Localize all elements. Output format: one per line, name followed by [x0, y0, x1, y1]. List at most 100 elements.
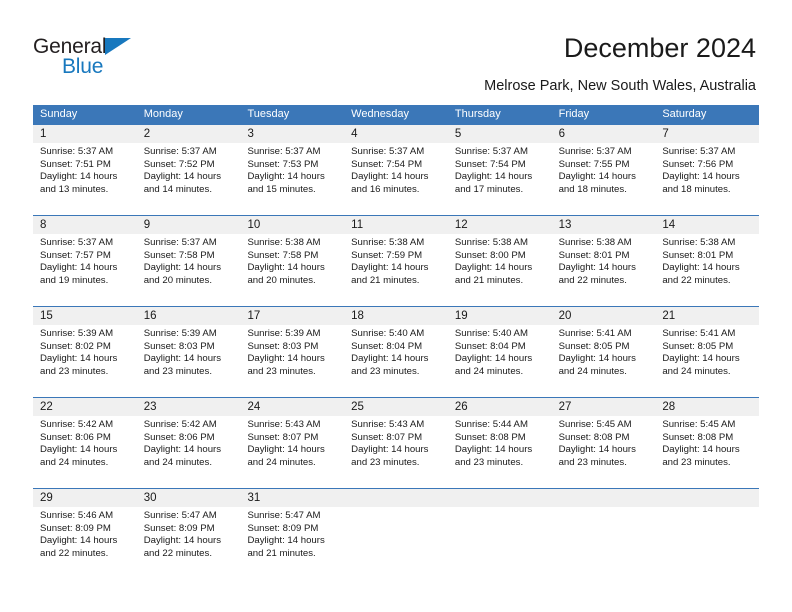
sunrise-text: Sunrise: 5:40 AM — [454, 328, 528, 339]
day-info: Sunrise: 5:47 AM Sunset: 8:09 PM Dayligh… — [137, 507, 241, 560]
day-cell[interactable]: 4 Sunrise: 5:37 AM Sunset: 7:54 PM Dayli… — [344, 125, 448, 215]
day-number: 5 — [447, 125, 552, 143]
sunrise-text: Sunrise: 5:37 AM — [662, 146, 736, 157]
sunset-text: Sunset: 8:04 PM — [454, 340, 526, 352]
day-cell[interactable]: 6 Sunrise: 5:37 AM Sunset: 7:55 PM Dayli… — [551, 125, 656, 215]
day-number: 11 — [344, 216, 448, 234]
week-row: 1 Sunrise: 5:37 AM Sunset: 7:51 PM Dayli… — [33, 124, 760, 215]
day-cell[interactable]: 15 Sunrise: 5:39 AM Sunset: 8:02 PM Dayl… — [33, 307, 137, 397]
sunrise-text: Sunrise: 5:38 AM — [558, 237, 632, 248]
daylight-text: Daylight: 14 hours and 23 minutes. — [454, 444, 533, 468]
day-number: 31 — [240, 489, 345, 507]
sunrise-text: Sunrise: 5:47 AM — [247, 510, 321, 521]
day-info: Sunrise: 5:40 AM Sunset: 8:04 PM Dayligh… — [344, 325, 448, 378]
day-number: 19 — [447, 307, 552, 325]
day-cell[interactable]: 25 Sunrise: 5:43 AM Sunset: 8:07 PM Dayl… — [344, 398, 448, 488]
day-cell[interactable]: 3 Sunrise: 5:37 AM Sunset: 7:53 PM Dayli… — [240, 125, 345, 215]
day-info: Sunrise: 5:37 AM Sunset: 7:54 PM Dayligh… — [344, 143, 448, 196]
day-number: 10 — [240, 216, 345, 234]
sunrise-text: Sunrise: 5:42 AM — [143, 419, 217, 430]
day-info: Sunrise: 5:41 AM Sunset: 8:05 PM Dayligh… — [655, 325, 759, 378]
sunrise-text: Sunrise: 5:45 AM — [558, 419, 632, 430]
day-cell[interactable]: 24 Sunrise: 5:43 AM Sunset: 8:07 PM Dayl… — [240, 398, 345, 488]
sunset-text: Sunset: 8:01 PM — [558, 249, 630, 261]
day-info: Sunrise: 5:42 AM Sunset: 8:06 PM Dayligh… — [33, 416, 137, 469]
day-info: Sunrise: 5:37 AM Sunset: 7:57 PM Dayligh… — [33, 234, 137, 287]
week-row: 8 Sunrise: 5:37 AM Sunset: 7:57 PM Dayli… — [33, 215, 760, 306]
daylight-text: Daylight: 14 hours and 22 minutes. — [662, 262, 740, 286]
daylight-text: Daylight: 14 hours and 22 minutes. — [40, 535, 118, 559]
day-info: Sunrise: 5:39 AM Sunset: 8:03 PM Dayligh… — [240, 325, 344, 378]
day-cell[interactable]: 13 Sunrise: 5:38 AM Sunset: 8:01 PM Dayl… — [551, 216, 656, 306]
daylight-text: Daylight: 14 hours and 23 minutes. — [40, 353, 118, 377]
day-cell[interactable]: 21 Sunrise: 5:41 AM Sunset: 8:05 PM Dayl… — [655, 307, 760, 397]
sunset-text: Sunset: 8:04 PM — [351, 340, 423, 352]
daylight-text: Daylight: 14 hours and 21 minutes. — [247, 535, 325, 559]
sunset-text: Sunset: 8:03 PM — [143, 340, 215, 352]
day-info: Sunrise: 5:37 AM Sunset: 7:58 PM Dayligh… — [137, 234, 241, 287]
day-cell[interactable]: 14 Sunrise: 5:38 AM Sunset: 8:01 PM Dayl… — [655, 216, 760, 306]
day-cell[interactable]: 20 Sunrise: 5:41 AM Sunset: 8:05 PM Dayl… — [551, 307, 656, 397]
day-cell-empty — [551, 489, 656, 579]
day-cell[interactable]: 10 Sunrise: 5:38 AM Sunset: 7:58 PM Dayl… — [240, 216, 345, 306]
daylight-text: Daylight: 14 hours and 23 minutes. — [351, 353, 429, 377]
calendar-grid: Sunday Monday Tuesday Wednesday Thursday… — [33, 105, 760, 579]
day-cell[interactable]: 7 Sunrise: 5:37 AM Sunset: 7:56 PM Dayli… — [655, 125, 760, 215]
day-cell[interactable]: 19 Sunrise: 5:40 AM Sunset: 8:04 PM Dayl… — [447, 307, 552, 397]
day-number: 3 — [240, 125, 345, 143]
day-cell[interactable]: 31 Sunrise: 5:47 AM Sunset: 8:09 PM Dayl… — [240, 489, 345, 579]
day-cell[interactable]: 17 Sunrise: 5:39 AM Sunset: 8:03 PM Dayl… — [240, 307, 345, 397]
day-number: 8 — [33, 216, 137, 234]
sunrise-text: Sunrise: 5:39 AM — [247, 328, 321, 339]
sunset-text: Sunset: 8:07 PM — [247, 431, 319, 443]
sunrise-text: Sunrise: 5:44 AM — [454, 419, 528, 430]
calendar-page: General Blue December 2024 Melrose Park,… — [0, 0, 792, 612]
day-number: 26 — [447, 398, 552, 416]
day-cell[interactable]: 11 Sunrise: 5:38 AM Sunset: 7:59 PM Dayl… — [344, 216, 448, 306]
day-cell[interactable]: 27 Sunrise: 5:45 AM Sunset: 8:08 PM Dayl… — [551, 398, 656, 488]
day-cell[interactable]: 26 Sunrise: 5:44 AM Sunset: 8:08 PM Dayl… — [447, 398, 552, 488]
sunrise-text: Sunrise: 5:37 AM — [143, 237, 217, 248]
day-cell[interactable]: 8 Sunrise: 5:37 AM Sunset: 7:57 PM Dayli… — [33, 216, 137, 306]
sunset-text: Sunset: 7:59 PM — [351, 249, 423, 261]
sunset-text: Sunset: 7:53 PM — [247, 158, 319, 170]
day-cell[interactable]: 23 Sunrise: 5:42 AM Sunset: 8:06 PM Dayl… — [136, 398, 241, 488]
day-cell[interactable]: 18 Sunrise: 5:40 AM Sunset: 8:04 PM Dayl… — [344, 307, 448, 397]
day-number: 22 — [33, 398, 137, 416]
sunrise-text: Sunrise: 5:47 AM — [143, 510, 217, 521]
sunset-text: Sunset: 7:54 PM — [454, 158, 526, 170]
sunrise-text: Sunrise: 5:37 AM — [40, 146, 114, 157]
sunrise-text: Sunrise: 5:43 AM — [247, 419, 321, 430]
daylight-text: Daylight: 14 hours and 14 minutes. — [143, 171, 222, 195]
day-number: 20 — [551, 307, 656, 325]
sunset-text: Sunset: 8:01 PM — [662, 249, 734, 261]
day-number: 30 — [136, 489, 241, 507]
sunrise-text: Sunrise: 5:37 AM — [454, 146, 528, 157]
sunset-text: Sunset: 8:06 PM — [40, 431, 111, 443]
day-cell[interactable]: 28 Sunrise: 5:45 AM Sunset: 8:08 PM Dayl… — [655, 398, 760, 488]
day-cell[interactable]: 29 Sunrise: 5:46 AM Sunset: 8:09 PM Dayl… — [33, 489, 137, 579]
daylight-text: Daylight: 14 hours and 22 minutes. — [143, 535, 222, 559]
sunset-text: Sunset: 7:58 PM — [247, 249, 319, 261]
day-cell[interactable]: 2 Sunrise: 5:37 AM Sunset: 7:52 PM Dayli… — [136, 125, 241, 215]
blue-triangle-icon — [105, 38, 131, 55]
generalblue-logo[interactable]: General Blue — [33, 36, 213, 84]
sunset-text: Sunset: 7:54 PM — [351, 158, 423, 170]
daylight-text: Daylight: 14 hours and 18 minutes. — [558, 171, 636, 195]
day-number: 12 — [447, 216, 552, 234]
day-number: 23 — [136, 398, 241, 416]
day-cell[interactable]: 16 Sunrise: 5:39 AM Sunset: 8:03 PM Dayl… — [136, 307, 241, 397]
day-cell[interactable]: 5 Sunrise: 5:37 AM Sunset: 7:54 PM Dayli… — [447, 125, 552, 215]
day-of-week-header-row: Sunday Monday Tuesday Wednesday Thursday… — [33, 105, 759, 124]
day-number: 1 — [33, 125, 137, 143]
day-cell[interactable]: 12 Sunrise: 5:38 AM Sunset: 8:00 PM Dayl… — [447, 216, 552, 306]
sunrise-text: Sunrise: 5:37 AM — [558, 146, 632, 157]
day-cell[interactable]: 22 Sunrise: 5:42 AM Sunset: 8:06 PM Dayl… — [33, 398, 137, 488]
sunset-text: Sunset: 8:07 PM — [351, 431, 423, 443]
day-info: Sunrise: 5:38 AM Sunset: 8:00 PM Dayligh… — [448, 234, 552, 287]
day-cell[interactable]: 9 Sunrise: 5:37 AM Sunset: 7:58 PM Dayli… — [136, 216, 241, 306]
daylight-text: Daylight: 14 hours and 21 minutes. — [351, 262, 429, 286]
sunset-text: Sunset: 7:56 PM — [662, 158, 734, 170]
day-cell[interactable]: 1 Sunrise: 5:37 AM Sunset: 7:51 PM Dayli… — [33, 125, 137, 215]
day-cell[interactable]: 30 Sunrise: 5:47 AM Sunset: 8:09 PM Dayl… — [136, 489, 241, 579]
